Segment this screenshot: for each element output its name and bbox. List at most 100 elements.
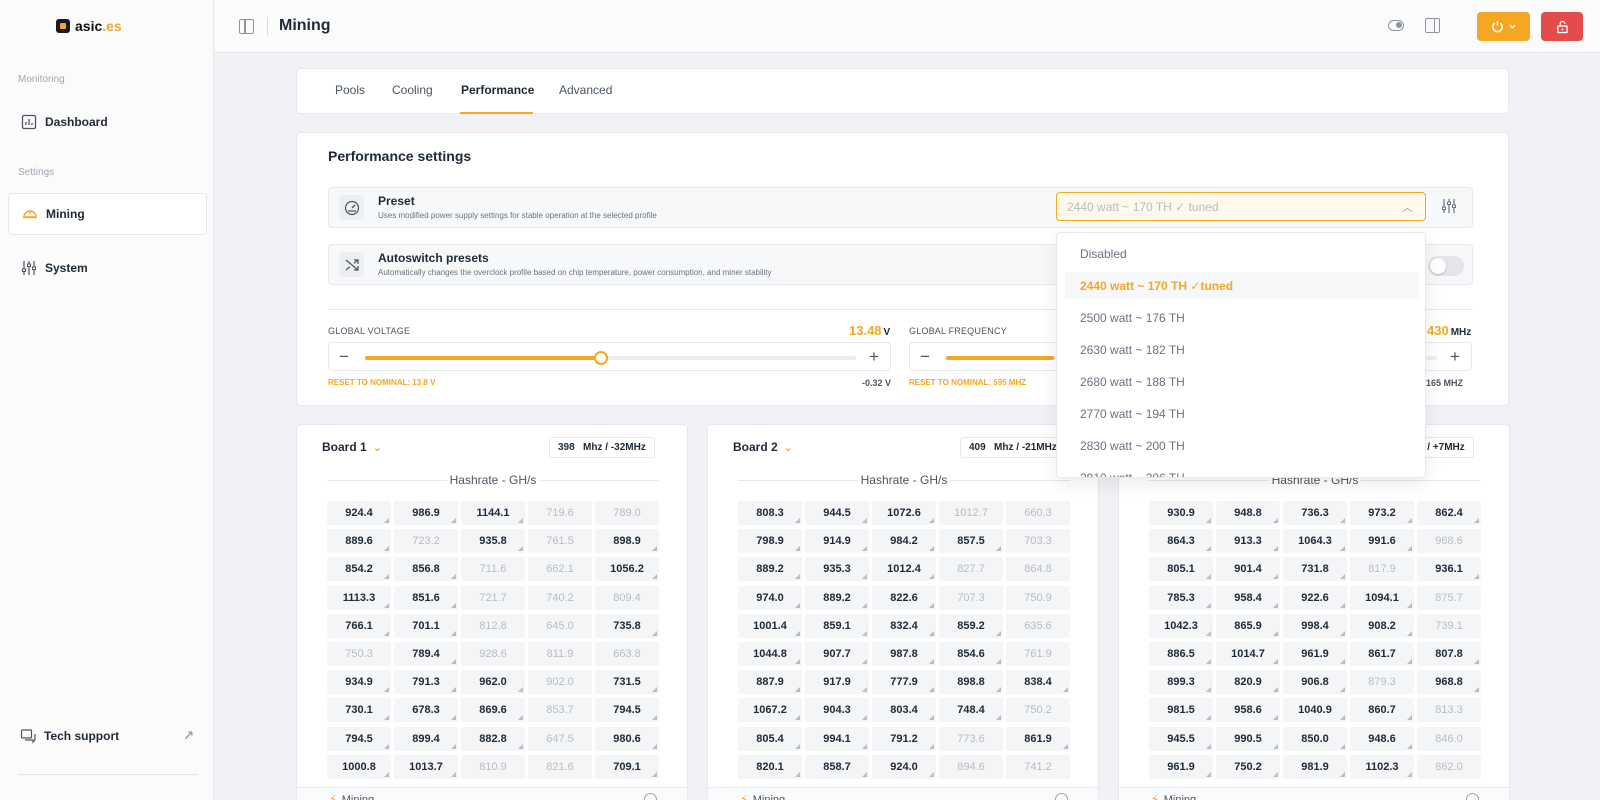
minus-icon[interactable]: −	[339, 347, 349, 367]
hashrate-cell[interactable]: 854.6	[939, 641, 1003, 666]
tab-advanced[interactable]: Advanced	[559, 83, 612, 97]
hashrate-cell[interactable]: 1102.3	[1350, 754, 1414, 779]
hashrate-cell[interactable]: 1067.2	[738, 698, 802, 723]
hashrate-cell[interactable]: 850.0	[1283, 726, 1347, 751]
hashrate-cell[interactable]: 990.5	[1216, 726, 1280, 751]
hashrate-cell[interactable]: 882.8	[461, 726, 525, 751]
hashrate-cell[interactable]: 860.7	[1350, 698, 1414, 723]
hashrate-cell[interactable]: 832.4	[872, 613, 936, 638]
hashrate-cell[interactable]: 846.0	[1417, 726, 1481, 751]
power-button[interactable]	[1477, 12, 1530, 41]
hashrate-cell[interactable]: 930.9	[1149, 501, 1213, 525]
hashrate-cell[interactable]: 944.5	[805, 501, 869, 525]
hashrate-cell[interactable]: 766.1	[327, 613, 391, 638]
hashrate-cell[interactable]: 735.8	[595, 613, 659, 638]
hashrate-cell[interactable]: 741.2	[1006, 754, 1070, 779]
hashrate-cell[interactable]: 906.8	[1283, 670, 1347, 695]
hashrate-cell[interactable]: 723.2	[394, 529, 458, 554]
preset-option[interactable]: 2680 watt ~ 188 TH	[1065, 368, 1419, 395]
hashrate-cell[interactable]: 974.0	[738, 585, 802, 610]
hashrate-cell[interactable]: 808.3	[738, 501, 802, 525]
hashrate-cell[interactable]: 859.1	[805, 613, 869, 638]
hashrate-cell[interactable]: 898.9	[595, 529, 659, 554]
hashrate-cell[interactable]: 875.7	[1417, 585, 1481, 610]
toggle-sidebar-icon[interactable]	[239, 19, 254, 34]
autoswitch-toggle[interactable]	[1428, 256, 1464, 276]
hashrate-cell[interactable]: 701.1	[394, 613, 458, 638]
hashrate-cell[interactable]: 719.6	[528, 501, 592, 525]
hashrate-cell[interactable]: 961.9	[1283, 641, 1347, 666]
hashrate-cell[interactable]: 987.8	[872, 641, 936, 666]
hashrate-cell[interactable]: 886.5	[1149, 641, 1213, 666]
hashrate-cell[interactable]: 750.2	[1216, 754, 1280, 779]
hashrate-cell[interactable]: 813.3	[1417, 698, 1481, 723]
voltage-thumb[interactable]	[593, 351, 608, 365]
hashrate-cell[interactable]: 662.1	[528, 557, 592, 582]
hashrate-cell[interactable]: 635.6	[1006, 613, 1070, 638]
hashrate-cell[interactable]: 889.2	[805, 585, 869, 610]
preset-option[interactable]: Disabled	[1065, 240, 1419, 267]
hashrate-cell[interactable]: 1012.4	[872, 557, 936, 582]
hashrate-cell[interactable]: 986.9	[394, 501, 458, 525]
lock-button[interactable]	[1541, 12, 1583, 41]
hashrate-cell[interactable]: 984.2	[872, 529, 936, 554]
hashrate-cell[interactable]: 928.6	[461, 641, 525, 666]
board-frequency-box[interactable]: 398 Mhz / -32MHz	[549, 437, 655, 458]
hashrate-cell[interactable]: 821.6	[528, 754, 592, 779]
hashrate-cell[interactable]: 862.0	[1417, 754, 1481, 779]
hashrate-cell[interactable]: 1056.2	[595, 557, 659, 582]
hashrate-cell[interactable]: 879.3	[1350, 670, 1414, 695]
hashrate-cell[interactable]: 736.3	[1283, 501, 1347, 525]
hashrate-cell[interactable]: 948.8	[1216, 501, 1280, 525]
hashrate-cell[interactable]: 709.1	[595, 754, 659, 779]
tab-pools[interactable]: Pools	[335, 83, 365, 97]
hashrate-cell[interactable]: 924.0	[872, 754, 936, 779]
hashrate-cell[interactable]: 889.6	[327, 529, 391, 554]
hashrate-cell[interactable]: 711.6	[461, 557, 525, 582]
hashrate-cell[interactable]: 1012.7	[939, 501, 1003, 525]
hashrate-cell[interactable]: 945.5	[1149, 726, 1213, 751]
hashrate-cell[interactable]: 1040.9	[1283, 698, 1347, 723]
hashrate-cell[interactable]: 859.2	[939, 613, 1003, 638]
hashrate-cell[interactable]: 981.9	[1283, 754, 1347, 779]
hashrate-cell[interactable]: 805.1	[1149, 557, 1213, 582]
hashrate-cell[interactable]: 1042.3	[1149, 613, 1213, 638]
hashrate-cell[interactable]: 958.6	[1216, 698, 1280, 723]
hashrate-cell[interactable]: 994.1	[805, 726, 869, 751]
hashrate-cell[interactable]: 748.4	[939, 698, 1003, 723]
hashrate-cell[interactable]: 934.9	[327, 670, 391, 695]
hashrate-cell[interactable]: 817.9	[1350, 557, 1414, 582]
hashrate-cell[interactable]: 707.3	[939, 585, 1003, 610]
right-panel-icon[interactable]	[1425, 18, 1440, 33]
hashrate-cell[interactable]: 773.6	[939, 726, 1003, 751]
hashrate-cell[interactable]: 899.4	[394, 726, 458, 751]
hashrate-cell[interactable]: 807.8	[1417, 641, 1481, 666]
hashrate-cell[interactable]: 914.9	[805, 529, 869, 554]
hashrate-cell[interactable]: 857.5	[939, 529, 1003, 554]
hashrate-cell[interactable]: 861.7	[1350, 641, 1414, 666]
hashrate-cell[interactable]: 913.3	[1216, 529, 1280, 554]
hashrate-cell[interactable]: 1001.4	[738, 613, 802, 638]
hashrate-cell[interactable]: 908.2	[1350, 613, 1414, 638]
minus-icon[interactable]: −	[920, 347, 930, 367]
hashrate-cell[interactable]: 1013.7	[394, 754, 458, 779]
hashrate-cell[interactable]: 810.9	[461, 754, 525, 779]
hashrate-cell[interactable]: 811.9	[528, 641, 592, 666]
hashrate-cell[interactable]: 838.4	[1006, 670, 1070, 695]
logo[interactable]: asic.es	[56, 18, 122, 34]
preset-option[interactable]: 2500 watt ~ 176 TH	[1065, 304, 1419, 331]
hashrate-cell[interactable]: 917.9	[805, 670, 869, 695]
plus-icon[interactable]: +	[869, 347, 879, 367]
hashrate-cell[interactable]: 922.6	[1283, 585, 1347, 610]
hashrate-cell[interactable]: 980.6	[595, 726, 659, 751]
preset-option[interactable]: 2830 watt ~ 200 TH	[1065, 432, 1419, 459]
hashrate-cell[interactable]: 1072.6	[872, 501, 936, 525]
hashrate-cell[interactable]: 962.0	[461, 670, 525, 695]
preset-option[interactable]: 2630 watt ~ 182 TH	[1065, 336, 1419, 363]
hashrate-cell[interactable]: 894.6	[939, 754, 1003, 779]
hashrate-cell[interactable]: 777.9	[872, 670, 936, 695]
hashrate-cell[interactable]: 761.5	[528, 529, 592, 554]
hashrate-cell[interactable]: 750.9	[1006, 585, 1070, 610]
hashrate-cell[interactable]: 869.6	[461, 698, 525, 723]
hashrate-cell[interactable]: 887.9	[738, 670, 802, 695]
